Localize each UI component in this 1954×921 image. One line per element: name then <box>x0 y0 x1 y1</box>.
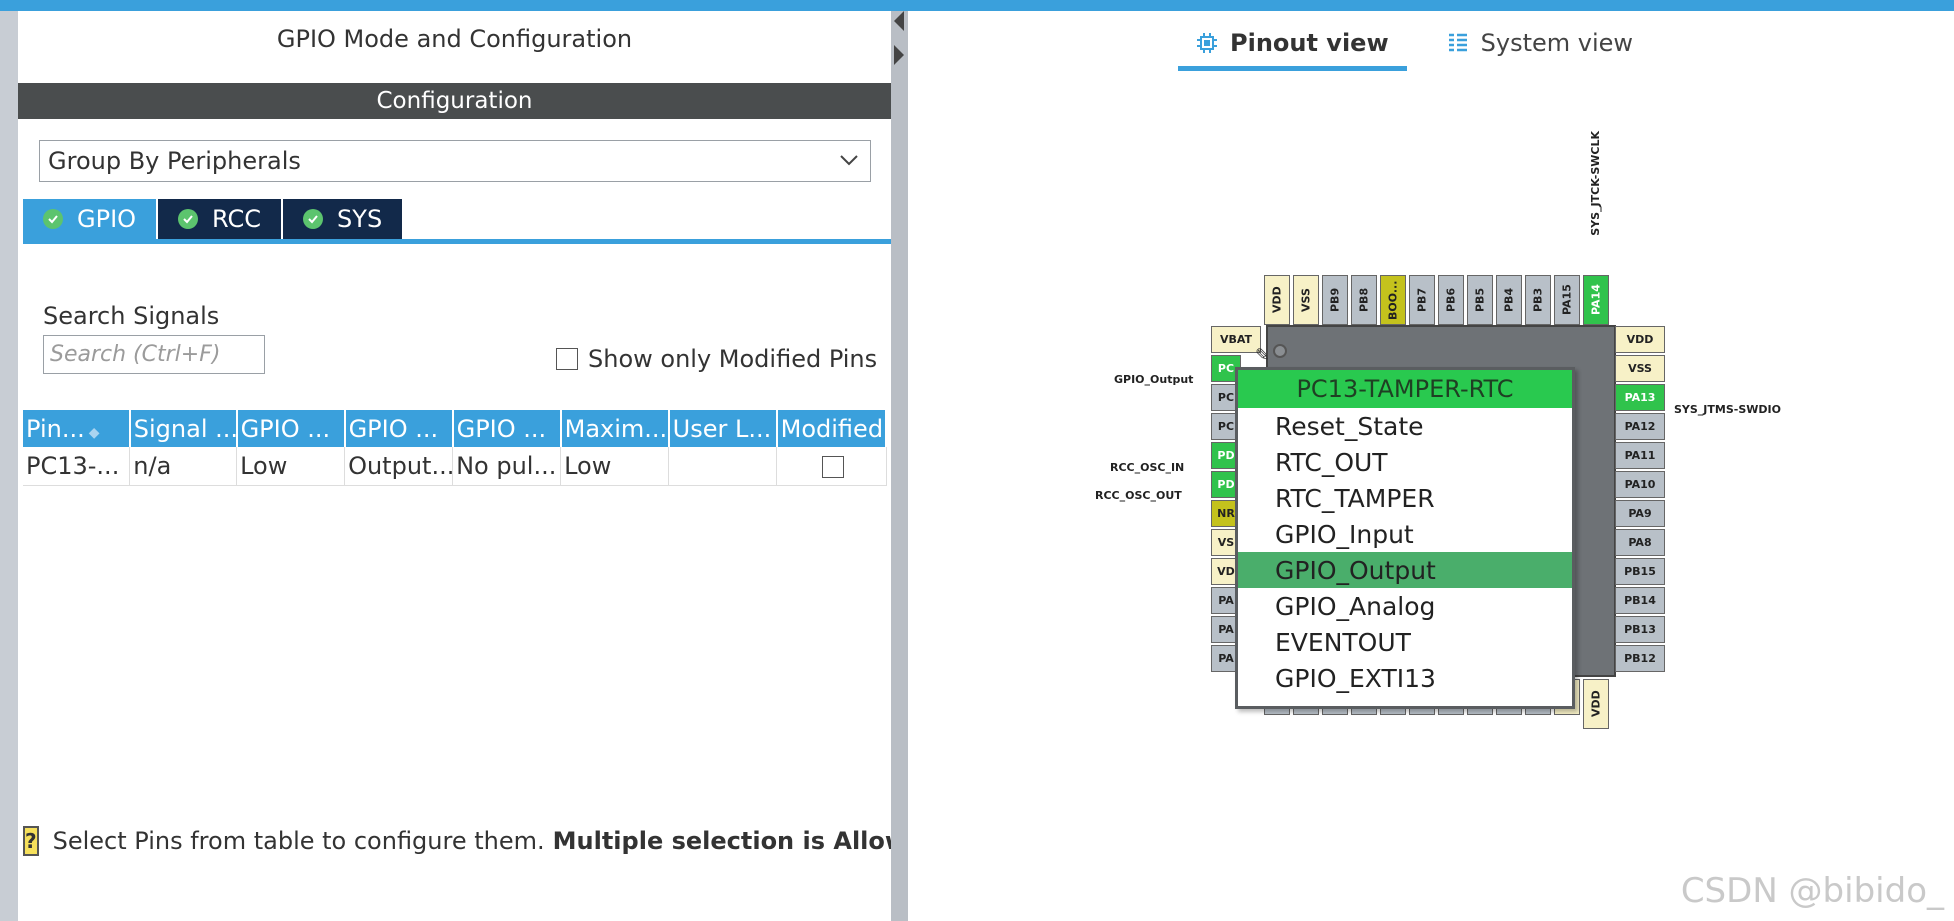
pin-right[interactable]: PA12 <box>1615 413 1665 440</box>
column-header-modified[interactable]: Modified <box>776 410 888 447</box>
hint-bar: ? Select Pins from table to configure th… <box>23 826 891 856</box>
gpio-config-panel: GPIO Mode and Configuration Configuratio… <box>18 11 891 921</box>
menu-item-gpio-input[interactable]: GPIO_Input <box>1238 516 1572 552</box>
column-header-signal[interactable]: Signal ... <box>129 410 238 447</box>
check-circle-icon <box>303 209 324 229</box>
pin1-marker <box>1273 344 1287 358</box>
pin-top[interactable]: PB9 <box>1322 275 1348 325</box>
modified-cell[interactable] <box>776 447 887 486</box>
table-cell[interactable]: No pul... <box>452 447 562 486</box>
pin-top[interactable]: VDD <box>1264 275 1290 325</box>
menu-item-reset-state[interactable]: Reset_State <box>1238 408 1572 444</box>
column-header-pin[interactable]: Pin... ◆ <box>23 410 131 447</box>
pin-top[interactable]: PB8 <box>1351 275 1377 325</box>
column-header-gpio-output-level[interactable]: GPIO ... <box>236 410 346 447</box>
tab-sys[interactable]: SYS <box>283 199 403 239</box>
pin-right[interactable]: PA8 <box>1615 529 1665 556</box>
show-modified-label: Show only Modified Pins <box>588 345 878 373</box>
menu-item-gpio-exti13[interactable]: GPIO_EXTI13 <box>1238 660 1572 696</box>
tab-label: RCC <box>212 205 262 233</box>
pin-left[interactable]: VBAT <box>1211 326 1261 353</box>
search-input[interactable] <box>43 335 265 374</box>
pin-top[interactable]: PB7 <box>1409 275 1435 325</box>
pin-signal-label: SYS_JTMS-SWDIO <box>1674 403 1781 416</box>
tab-label: SYS <box>337 205 383 233</box>
pin-top[interactable]: VSS <box>1293 275 1319 325</box>
pin-tool-icon: ✎ <box>1255 345 1271 366</box>
table-cell[interactable]: Low <box>560 447 670 486</box>
sort-icon: ◆ <box>88 424 100 441</box>
pin-top[interactable]: BOO... <box>1380 275 1406 325</box>
tab-label: GPIO <box>77 205 137 233</box>
pin-context-menu: PC13-TAMPER-RTC Reset_State RTC_OUT RTC_… <box>1235 367 1575 709</box>
menu-item-gpio-analog[interactable]: GPIO_Analog <box>1238 588 1572 624</box>
pin-right[interactable]: PB14 <box>1615 587 1665 614</box>
pin-top[interactable]: PB3 <box>1525 275 1551 325</box>
pin-right[interactable]: PA13 <box>1615 384 1665 411</box>
menu-title: PC13-TAMPER-RTC <box>1238 370 1572 408</box>
column-header-user-label[interactable]: User L... <box>668 410 778 447</box>
panel-title: GPIO Mode and Configuration <box>18 11 891 67</box>
table-cell[interactable]: Low <box>236 447 346 486</box>
search-signals-label: Search Signals <box>43 302 220 330</box>
chevron-down-icon <box>840 155 858 166</box>
table-row[interactable]: PC13-... n/a Low Output... No pul... Low <box>23 447 887 486</box>
modified-checkbox[interactable] <box>821 455 844 478</box>
top-accent-bar <box>0 0 1954 11</box>
pin-top[interactable]: PB5 <box>1467 275 1493 325</box>
table-cell[interactable]: n/a <box>129 447 238 486</box>
panel-divider[interactable] <box>891 11 908 921</box>
pin-top[interactable]: PA15 <box>1554 275 1580 325</box>
pin-config-table: Pin... ◆ Signal ... GPIO ... GPIO ... GPI… <box>23 410 888 486</box>
menu-item-rtc-out[interactable]: RTC_OUT <box>1238 444 1572 480</box>
column-label: Pin... <box>26 414 85 443</box>
pin-right[interactable]: VDD <box>1615 326 1665 353</box>
pin-right[interactable]: VSS <box>1615 355 1665 382</box>
tab-rcc[interactable]: RCC <box>158 199 282 239</box>
pinout-panel: Pinout view System view VDD VSS PB9 PB8 … <box>908 11 1954 921</box>
group-by-select[interactable]: Group By Peripherals <box>39 140 871 182</box>
pin-right[interactable]: PA9 <box>1615 500 1665 527</box>
tab-gpio[interactable]: GPIO <box>23 199 157 239</box>
mcu-pinout: VDD VSS PB9 PB8 BOO... PB7 PB6 PB5 PB4 P… <box>908 11 1954 921</box>
hint-bold-text: Multiple selection is Allowe <box>552 827 891 855</box>
pin-right[interactable]: PB13 <box>1615 616 1665 643</box>
pin-top[interactable]: PB6 <box>1438 275 1464 325</box>
pin-top[interactable]: PB4 <box>1496 275 1522 325</box>
column-header-gpio-mode[interactable]: GPIO ... <box>344 410 454 447</box>
column-header-gpio-pull[interactable]: GPIO ... <box>452 410 562 447</box>
check-circle-icon <box>43 209 63 229</box>
check-circle-icon <box>178 209 199 229</box>
pin-top[interactable]: PA14 <box>1583 275 1609 325</box>
help-icon: ? <box>23 826 39 856</box>
configuration-header: Configuration <box>18 83 891 119</box>
pin-right[interactable]: PA11 <box>1615 442 1665 469</box>
pin-signal-label: SYS_JTCK-SWCLK <box>1589 131 1602 236</box>
checkbox-box[interactable] <box>556 348 578 370</box>
left-edge-bar <box>0 11 18 921</box>
collapse-left-icon[interactable] <box>894 11 904 31</box>
hint-text: Select Pins from table to configure them… <box>52 827 545 855</box>
menu-item-rtc-tamper[interactable]: RTC_TAMPER <box>1238 480 1572 516</box>
pin-bottom[interactable]: VDD <box>1583 679 1609 729</box>
tab-underline <box>23 239 891 244</box>
watermark: CSDN @bibido_ <box>1680 871 1944 911</box>
group-select-value: Group By Peripherals <box>48 147 301 175</box>
column-header-max-speed[interactable]: Maxim... <box>560 410 670 447</box>
pin-right[interactable]: PB12 <box>1615 645 1665 672</box>
pin-signal-label: RCC_OSC_OUT <box>1095 489 1182 502</box>
table-cell[interactable] <box>668 447 778 486</box>
pin-right[interactable]: PB15 <box>1615 558 1665 585</box>
menu-item-gpio-output[interactable]: GPIO_Output <box>1238 552 1572 588</box>
table-cell[interactable]: PC13-... <box>23 447 131 486</box>
menu-item-eventout[interactable]: EVENTOUT <box>1238 624 1572 660</box>
pin-signal-label: GPIO_Output <box>1114 373 1194 386</box>
pin-right[interactable]: PA10 <box>1615 471 1665 498</box>
expand-right-icon[interactable] <box>894 45 904 65</box>
show-modified-checkbox[interactable]: Show only Modified Pins <box>556 345 877 373</box>
pin-signal-label: RCC_OSC_IN <box>1110 461 1185 474</box>
table-cell[interactable]: Output... <box>344 447 454 486</box>
